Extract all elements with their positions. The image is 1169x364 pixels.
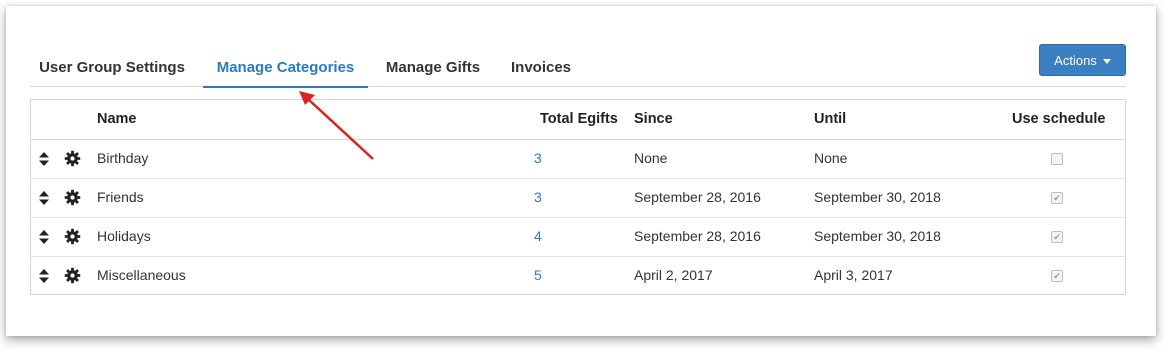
- header-until: Until: [814, 111, 847, 127]
- gear-icon[interactable]: [64, 267, 81, 284]
- category-name: Friends: [97, 189, 144, 205]
- sort-handle-icon[interactable]: [39, 269, 49, 283]
- use-schedule-checkbox[interactable]: ✔: [1051, 192, 1063, 204]
- category-name: Holidays: [97, 228, 151, 244]
- sort-handle-icon[interactable]: [39, 191, 49, 205]
- header-use-schedule: Use schedule: [1012, 111, 1106, 127]
- tab-bar: User Group Settings Manage Categories Ma…: [30, 50, 1126, 88]
- since-date: September 28, 2016: [634, 228, 761, 244]
- header-name: Name: [97, 111, 137, 127]
- use-schedule-checkbox[interactable]: ✔: [1051, 270, 1063, 282]
- category-name: Miscellaneous: [97, 267, 186, 283]
- tab-invoices[interactable]: Invoices: [498, 50, 584, 86]
- gear-icon[interactable]: [64, 189, 81, 206]
- header-since: Since: [634, 111, 673, 127]
- table-header-row: Name Total Egifts Since Until Use schedu…: [31, 100, 1125, 140]
- until-date: September 30, 2018: [814, 228, 941, 244]
- since-date: April 2, 2017: [634, 267, 713, 283]
- since-date: None: [634, 150, 668, 166]
- total-egifts-link[interactable]: 3: [534, 139, 542, 178]
- tab-manage-gifts[interactable]: Manage Gifts: [378, 50, 488, 86]
- tab-user-group-settings[interactable]: User Group Settings: [30, 50, 194, 86]
- total-egifts-link[interactable]: 3: [534, 178, 542, 217]
- until-date: None: [814, 150, 848, 166]
- since-date: September 28, 2016: [634, 189, 761, 205]
- actions-label: Actions: [1054, 53, 1097, 68]
- until-date: September 30, 2018: [814, 189, 941, 205]
- actions-dropdown-button[interactable]: Actions: [1039, 44, 1126, 76]
- use-schedule-checkbox[interactable]: [1051, 153, 1063, 165]
- header-total-egifts: Total Egifts: [540, 111, 618, 127]
- table-row: Miscellaneous 5 April 2, 2017 April 3, 2…: [31, 256, 1125, 295]
- categories-table: Name Total Egifts Since Until Use schedu…: [30, 99, 1126, 295]
- gear-icon[interactable]: [64, 228, 81, 245]
- sort-handle-icon[interactable]: [39, 230, 49, 244]
- category-name: Birthday: [97, 150, 149, 166]
- until-date: April 3, 2017: [814, 267, 893, 283]
- gear-icon[interactable]: [64, 150, 81, 167]
- total-egifts-link[interactable]: 5: [534, 256, 542, 295]
- table-row: Birthday 3 None None: [31, 139, 1125, 179]
- table-row: Holidays 4 September 28, 2016 September …: [31, 217, 1125, 257]
- caret-down-icon: [1102, 59, 1111, 65]
- sort-handle-icon[interactable]: [39, 152, 49, 166]
- main-panel: User Group Settings Manage Categories Ma…: [6, 6, 1156, 336]
- table-row: Friends 3 September 28, 2016 September 3…: [31, 178, 1125, 218]
- use-schedule-checkbox[interactable]: ✔: [1051, 231, 1063, 243]
- tab-manage-categories[interactable]: Manage Categories: [203, 50, 368, 88]
- total-egifts-link[interactable]: 4: [534, 217, 542, 256]
